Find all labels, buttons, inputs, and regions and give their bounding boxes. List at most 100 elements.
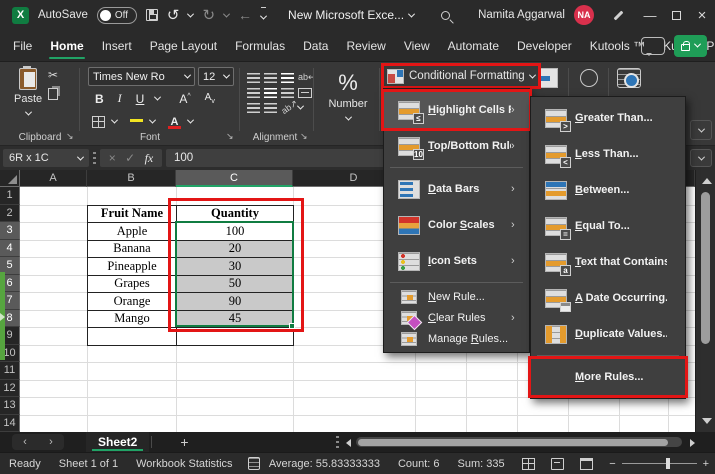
table-cell[interactable]: Apple bbox=[88, 223, 177, 241]
font-size-combo[interactable]: 12 bbox=[198, 67, 234, 86]
borders-icon[interactable] bbox=[92, 116, 105, 128]
maximize-button[interactable] bbox=[663, 2, 689, 28]
shape-icon[interactable] bbox=[580, 69, 598, 87]
table-cell[interactable]: 30 bbox=[177, 258, 294, 276]
tab-scroll-splitter[interactable] bbox=[336, 436, 339, 448]
column-header-B[interactable]: B bbox=[87, 170, 176, 187]
ribbon-collapse-icon[interactable] bbox=[690, 120, 712, 140]
increase-indent-icon[interactable] bbox=[264, 103, 277, 113]
enter-icon[interactable]: ✓ bbox=[125, 151, 135, 165]
row-header-2[interactable]: 2 bbox=[0, 205, 20, 223]
decrease-indent-icon[interactable] bbox=[247, 103, 260, 113]
menu-item-more-rules-[interactable]: More Rules... bbox=[531, 359, 685, 395]
table-header-cell[interactable]: Fruit Name bbox=[88, 206, 177, 224]
autosave-toggle[interactable]: Off bbox=[97, 7, 137, 24]
zoom-out-button[interactable]: − bbox=[609, 458, 615, 470]
status-average[interactable]: Average: 55.83333333 bbox=[260, 458, 389, 470]
tab-home[interactable]: Home bbox=[41, 30, 92, 61]
table-header-cell[interactable]: Quantity bbox=[177, 206, 294, 224]
number-dropdown-icon[interactable] bbox=[344, 114, 351, 121]
formula-bar-splitter[interactable] bbox=[93, 152, 96, 164]
table-cell[interactable]: Grapes bbox=[88, 276, 177, 294]
menu-item-equal-to-[interactable]: =Equal To... bbox=[531, 208, 685, 244]
quick-access-overflow-icon[interactable] bbox=[261, 7, 266, 23]
insert-function-icon[interactable]: fx bbox=[145, 151, 154, 166]
tab-review[interactable]: Review bbox=[337, 30, 394, 61]
underline-dropdown-icon[interactable] bbox=[154, 94, 161, 101]
align-right-icon[interactable] bbox=[281, 88, 294, 98]
menu-item-color-scales[interactable]: Color Scales› bbox=[384, 207, 529, 243]
table-cell[interactable]: 100 bbox=[177, 223, 294, 241]
menu-item-a-date-occurring-[interactable]: A Date Occurring... bbox=[531, 280, 685, 316]
align-left-icon[interactable] bbox=[247, 88, 260, 98]
conditional-formatting-button[interactable]: Conditional Formatting bbox=[384, 66, 538, 86]
prev-sheet-icon[interactable]: ‹ bbox=[12, 436, 38, 448]
tab-formulas[interactable]: Formulas bbox=[226, 30, 294, 61]
menu-item-less-than-[interactable]: <Less Than... bbox=[531, 136, 685, 172]
menu-item-highlight-cells-rules[interactable]: ≤Highlight Cells Rules› bbox=[384, 92, 529, 128]
fill-color-button[interactable] bbox=[130, 121, 143, 122]
workbook-statistics-icon[interactable] bbox=[248, 457, 260, 470]
horizontal-scroll-thumb[interactable] bbox=[358, 439, 668, 446]
merge-center-icon[interactable] bbox=[298, 88, 312, 98]
scroll-left-icon[interactable] bbox=[346, 439, 351, 447]
paste-dropdown-icon[interactable] bbox=[25, 109, 32, 116]
grow-font-button[interactable]: A^ bbox=[176, 92, 193, 106]
menu-item-manage-rules-[interactable]: Manage Rules... bbox=[384, 328, 529, 349]
status-count[interactable]: Count: 6 bbox=[389, 458, 449, 470]
underline-button[interactable]: U bbox=[133, 92, 148, 106]
table-cell[interactable]: Orange bbox=[88, 293, 177, 311]
menu-item-new-rule-[interactable]: New Rule... bbox=[384, 286, 529, 307]
user-name[interactable]: Namita Aggarwal bbox=[478, 9, 565, 21]
tab-data[interactable]: Data bbox=[294, 30, 337, 61]
minimize-button[interactable]: — bbox=[637, 2, 663, 28]
row-header-13[interactable]: 13 bbox=[0, 397, 20, 415]
undo-dropdown-icon[interactable] bbox=[187, 10, 194, 17]
font-color-button[interactable]: A bbox=[168, 114, 181, 129]
table-cell[interactable]: Pineapple bbox=[88, 258, 177, 276]
tab-developer[interactable]: Developer bbox=[508, 30, 581, 61]
italic-button[interactable]: I bbox=[115, 91, 125, 106]
menu-item-clear-rules[interactable]: Clear Rules› bbox=[384, 307, 529, 328]
row-header-14[interactable]: 14 bbox=[0, 415, 20, 433]
share-button[interactable] bbox=[674, 35, 707, 57]
cut-icon[interactable]: ✂ bbox=[48, 68, 58, 82]
font-name-combo[interactable]: Times New Ro bbox=[88, 67, 195, 86]
analyze-data-icon[interactable] bbox=[617, 68, 641, 88]
vertical-scroll-thumb[interactable] bbox=[701, 192, 710, 344]
tab-insert[interactable]: Insert bbox=[93, 30, 141, 61]
align-bottom-icon[interactable] bbox=[281, 73, 294, 83]
bold-button[interactable]: B bbox=[92, 92, 107, 106]
font-color-dropdown-icon[interactable] bbox=[187, 117, 194, 124]
sheet-tab[interactable]: Sheet2 bbox=[86, 432, 149, 452]
back-arrow-icon[interactable]: ← bbox=[238, 7, 252, 23]
table-cell-empty[interactable] bbox=[177, 328, 294, 346]
normal-view-icon[interactable] bbox=[522, 458, 535, 470]
search-icon[interactable] bbox=[441, 11, 450, 20]
table-cell[interactable]: 50 bbox=[177, 276, 294, 294]
horizontal-scrollbar[interactable] bbox=[356, 437, 682, 447]
menu-item-duplicate-values-[interactable]: Duplicate Values... bbox=[531, 316, 685, 352]
table-cell-empty[interactable] bbox=[88, 328, 177, 346]
new-sheet-button[interactable]: + bbox=[180, 434, 188, 450]
row-header-1[interactable]: 1 bbox=[0, 187, 20, 205]
tab-automate[interactable]: Automate bbox=[439, 30, 508, 61]
merge-dropdown-icon[interactable] bbox=[297, 103, 304, 110]
borders-dropdown-icon[interactable] bbox=[111, 117, 118, 124]
number-format-button[interactable]: % Number bbox=[322, 70, 374, 124]
zoom-slider[interactable] bbox=[622, 463, 697, 464]
name-box[interactable]: 6R x 1C bbox=[3, 149, 89, 167]
redo-button[interactable]: ↻ bbox=[202, 6, 215, 24]
tab-view[interactable]: View bbox=[395, 30, 439, 61]
avatar[interactable]: NA bbox=[574, 5, 594, 25]
scroll-right-icon[interactable] bbox=[690, 439, 695, 447]
row-header-12[interactable]: 12 bbox=[0, 380, 20, 398]
table-cell[interactable]: 45 bbox=[177, 311, 294, 329]
row-header-11[interactable]: 11 bbox=[0, 362, 20, 380]
scroll-up-icon[interactable] bbox=[702, 178, 712, 184]
redo-dropdown-icon[interactable] bbox=[223, 10, 230, 17]
vertical-scrollbar[interactable] bbox=[695, 170, 715, 432]
zoom-in-button[interactable]: + bbox=[703, 458, 709, 470]
column-header-C[interactable]: C bbox=[176, 170, 293, 187]
close-button[interactable]: × bbox=[689, 2, 715, 28]
